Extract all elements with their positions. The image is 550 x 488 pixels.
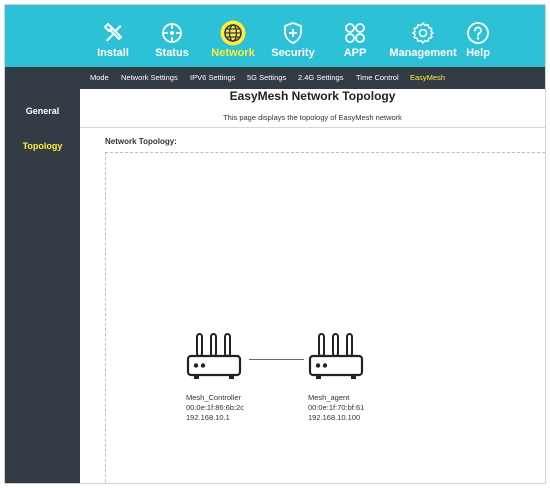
tools-icon [101,21,125,45]
controller-ip: 192.168.10.1 [186,413,230,422]
mesh-link-line [249,359,304,360]
subnav-2-4g-settings[interactable]: 2.4G Settings [298,67,343,89]
app-window: Install Status Network Security APP Mana… [4,4,546,484]
sub-navigation: Mode Network Settings IPV6 Settings 5G S… [80,67,545,89]
main-content: EasyMesh Network Topology This page disp… [80,89,545,483]
subnav-ipv6-settings[interactable]: IPV6 Settings [190,67,235,89]
nav-management-label: Management [389,47,457,59]
controller-name: Mesh_Controller [186,393,242,402]
nav-security[interactable]: Security [268,5,318,67]
nav-status[interactable]: Status [147,5,197,67]
subnav-mode[interactable]: Mode [90,67,109,89]
sidebar: General Topology [5,67,80,483]
agent-ip: 192.168.10.100 [308,413,361,422]
status-icon [160,21,184,45]
page-description: This page displays the topology of EasyM… [223,113,402,122]
shield-icon [281,21,305,45]
nav-install-label: Install [97,47,129,59]
globe-icon [220,20,246,46]
topology-area [105,152,545,483]
section-label: Network Topology: [105,137,177,146]
nav-app-label: APP [343,47,367,59]
apps-icon [343,21,367,45]
top-navigation: Install Status Network Security APP Mana… [5,5,545,67]
page-title: EasyMesh Network Topology [229,89,396,103]
nav-network-label: Network [211,47,255,59]
router-controller-icon[interactable] [186,333,250,381]
agent-name: Mesh_agent [308,393,350,402]
subnav-network-settings[interactable]: Network Settings [121,67,178,89]
nav-security-label: Security [271,47,315,59]
router-agent-icon[interactable] [308,333,372,381]
nav-help[interactable]: Help [460,5,496,67]
nav-app[interactable]: APP [333,5,377,67]
nav-management[interactable]: Management [388,5,458,67]
nav-status-label: Status [155,47,189,59]
sidebar-item-topology[interactable]: Topology [5,136,80,156]
agent-mac: 00:0e:1f:70:bf:61 [308,403,365,412]
nav-install[interactable]: Install [88,5,138,67]
subnav-easymesh[interactable]: EasyMesh [410,67,445,89]
subnav-time-control[interactable]: Time Control [356,67,399,89]
nav-network[interactable]: Network [208,5,258,67]
controller-mac: 00:0e:1f:86:6b:2c [186,403,244,412]
divider [80,127,545,128]
subnav-5g-settings[interactable]: 5G Settings [247,67,286,89]
gear-icon [411,21,435,45]
nav-help-label: Help [466,47,490,59]
sidebar-item-general[interactable]: General [5,101,80,121]
help-icon [466,21,490,45]
